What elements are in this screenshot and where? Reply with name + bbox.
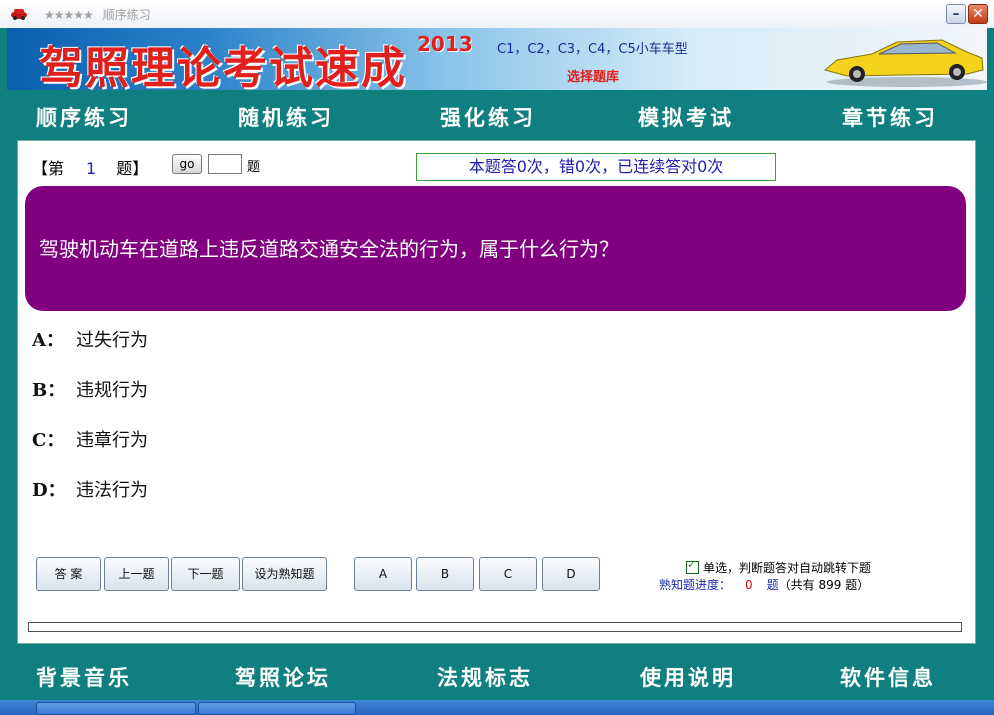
- window-title-label: 顺序练习: [102, 8, 151, 22]
- next-question-button[interactable]: 下一题: [171, 557, 240, 591]
- banner: 驾照理论考试速成 2013 C1，C2，C3，C4，C5小车车型 选择题库: [7, 28, 987, 90]
- previous-question-button[interactable]: 上一题: [104, 557, 169, 591]
- question-box: 驾驶机动车在道路上违反道路交通安全法的行为，属于什么行为？: [25, 186, 966, 311]
- auto-jump-option[interactable]: 单选，判断题答对自动跳转下题: [686, 558, 872, 576]
- rating-stars: ★★★★★: [44, 8, 94, 22]
- taskbar-app-button[interactable]: [198, 702, 356, 715]
- nav-mock-exam[interactable]: 模拟考试: [638, 102, 734, 132]
- option-text: 违规行为: [76, 380, 148, 401]
- mark-known-button[interactable]: 设为熟知题: [242, 557, 327, 591]
- nav-software-info[interactable]: 软件信息: [840, 662, 936, 692]
- app-year: 2013: [417, 32, 473, 56]
- answer-c-button[interactable]: C: [479, 557, 537, 591]
- close-button[interactable]: ✕: [968, 4, 988, 24]
- nav-chapter-practice[interactable]: 章节练习: [842, 102, 938, 132]
- option-a[interactable]: A： 过失行为: [32, 326, 148, 352]
- question-number-value: 1: [86, 159, 97, 178]
- option-d[interactable]: D： 违法行为: [32, 476, 148, 502]
- option-c[interactable]: C： 违章行为: [32, 426, 148, 452]
- minimize-button[interactable]: –: [946, 4, 966, 24]
- option-letter: D：: [32, 480, 66, 501]
- auto-jump-checkbox[interactable]: [686, 558, 699, 574]
- option-letter: C：: [32, 430, 65, 451]
- option-letter: B：: [32, 380, 66, 401]
- vehicle-models: C1，C2，C3，C4，C5小车车型: [497, 42, 688, 57]
- question-panel: 【第 1 题】 go 题 本题答0次，错0次，已连续答对0次 驾驶机动车在道路上违反…: [17, 140, 976, 644]
- nav-regulations-signs[interactable]: 法规标志: [437, 662, 533, 692]
- auto-jump-label: 单选，判断题答对自动跳转下题: [703, 561, 872, 575]
- goto-suffix-label: 题: [247, 160, 261, 175]
- option-text: 违章行为: [76, 430, 148, 451]
- goto-question-input[interactable]: [208, 154, 242, 174]
- app-name: 驾照理论考试速成: [39, 43, 407, 90]
- option-text: 违法行为: [76, 480, 148, 501]
- taskbar-folder-button[interactable]: [36, 702, 196, 715]
- total-count: （共有 899 题）: [778, 578, 870, 592]
- top-nav: 顺序练习 随机练习 强化练习 模拟考试 章节练习: [0, 92, 994, 140]
- question-number-prefix: 【第: [32, 159, 65, 178]
- progress-bar: [28, 622, 962, 632]
- title-bar: ★★★★★ 顺序练习 – ✕: [0, 0, 994, 29]
- answer-button[interactable]: 答 案: [36, 557, 101, 591]
- nav-driving-forum[interactable]: 驾照论坛: [235, 662, 331, 692]
- option-letter: A：: [32, 330, 64, 351]
- car-app-icon: [11, 9, 27, 20]
- nav-random-practice[interactable]: 随机练习: [238, 102, 334, 132]
- option-text: 过失行为: [76, 330, 148, 351]
- answer-d-button[interactable]: D: [542, 557, 600, 591]
- known-unit: 题: [766, 578, 779, 592]
- nav-sequential-practice[interactable]: 顺序练习: [36, 102, 132, 132]
- known-progress: 熟知题进度： 0 题（共有 899 题）: [659, 576, 869, 593]
- nav-background-music[interactable]: 背景音乐: [36, 662, 132, 692]
- taskbar: [0, 700, 994, 715]
- nav-user-guide[interactable]: 使用说明: [640, 662, 736, 692]
- answer-b-button[interactable]: B: [416, 557, 474, 591]
- known-count: 0: [745, 578, 753, 592]
- answer-stats: 本题答0次，错0次，已连续答对0次: [416, 153, 776, 181]
- question-text: 驾驶机动车在道路上违反道路交通安全法的行为，属于什么行为？: [39, 237, 619, 261]
- select-question-bank-link[interactable]: 选择题库: [567, 66, 619, 85]
- question-number-suffix: 题】: [116, 159, 149, 178]
- bottom-nav: 背景音乐 驾照论坛 法规标志 使用说明 软件信息: [0, 652, 994, 700]
- known-progress-label: 熟知题进度：: [659, 578, 732, 592]
- go-button[interactable]: go: [172, 154, 202, 174]
- option-b[interactable]: B： 违规行为: [32, 376, 148, 402]
- question-number: 【第 1 题】: [32, 155, 148, 179]
- nav-intensive-practice[interactable]: 强化练习: [440, 102, 536, 132]
- answer-a-button[interactable]: A: [354, 557, 412, 591]
- car-image: [823, 39, 987, 87]
- window-title: ★★★★★ 顺序练习: [44, 6, 151, 23]
